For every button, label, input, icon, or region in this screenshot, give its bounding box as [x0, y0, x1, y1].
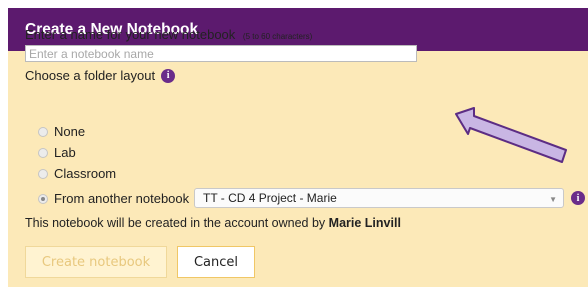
create-notebook-button[interactable]: Create notebook [25, 246, 167, 278]
radio-button[interactable] [38, 147, 48, 158]
folder-layout-prompt: Choose a folder layout i [25, 68, 176, 83]
account-owner: Marie Linvill [328, 216, 401, 230]
account-owner-line: This notebook will be created in the acc… [25, 216, 401, 230]
chevron-down-icon: ▼ [549, 195, 557, 204]
layout-option-label: None [54, 124, 86, 139]
radio-button-selected[interactable] [38, 193, 48, 204]
name-length-hint: (5 to 60 characters) [242, 32, 313, 41]
radio-button[interactable] [38, 168, 48, 179]
info-icon[interactable]: i [161, 68, 176, 83]
notebook-name-input[interactable] [25, 45, 417, 62]
layout-option-classroom[interactable]: Classroom [38, 166, 116, 181]
folder-layout-label: Choose a folder layout [25, 68, 156, 83]
name-prompt-label: Enter a name for your new notebook [25, 27, 236, 42]
create-notebook-dialog: Create a New Notebook Enter a name for y… [8, 8, 588, 287]
account-text: This notebook will be created in the acc… [25, 216, 326, 230]
source-notebook-value: TT - CD 4 Project - Marie [203, 191, 337, 205]
source-notebook-select[interactable]: TT - CD 4 Project - Marie ▼ [194, 188, 564, 208]
radio-button[interactable] [38, 126, 48, 137]
layout-option-lab[interactable]: Lab [38, 145, 76, 160]
info-icon[interactable]: i [571, 191, 585, 205]
layout-option-label: Lab [54, 145, 76, 160]
cancel-button[interactable]: Cancel [177, 246, 255, 278]
arrow-annotation [455, 107, 567, 163]
layout-option-none[interactable]: None [38, 124, 85, 139]
layout-option-label: Classroom [54, 166, 117, 181]
layout-option-label: From another notebook [54, 191, 190, 206]
name-prompt: Enter a name for your new notebook (5 to… [25, 27, 312, 42]
layout-option-from-notebook[interactable]: From another notebook [38, 191, 189, 206]
